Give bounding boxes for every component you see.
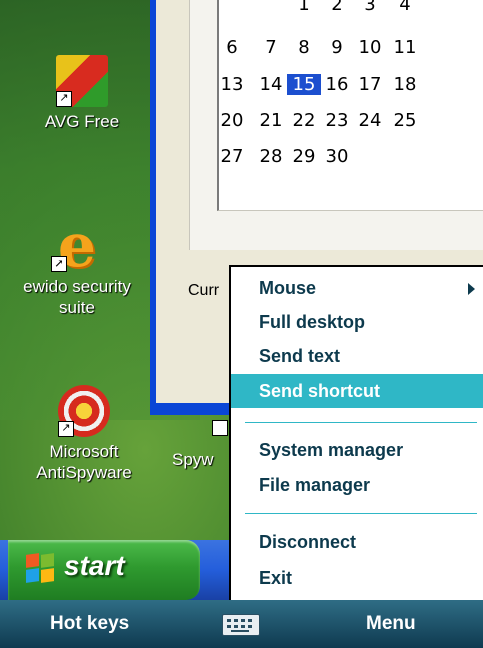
windows-flag-icon	[26, 553, 56, 584]
calendar-day[interactable]: 17	[353, 74, 387, 95]
calendar-grid: 1 2 3 4 6 7 8 9 10 11 13 14 15 16 17 18 20 21 22 23 24 25 27 28…	[217, 0, 483, 211]
calendar-day[interactable]: 10	[353, 37, 387, 58]
shortcut-arrow-icon: ↗	[51, 256, 67, 272]
antispyware-icon: ↗	[58, 385, 110, 437]
submenu-arrow-icon	[468, 283, 475, 295]
start-label: start	[64, 550, 125, 581]
ewido-icon: e ↗	[51, 216, 103, 276]
softkey-bar: Hot keys Menu	[0, 600, 483, 648]
calendar-day[interactable]: 2	[320, 0, 354, 15]
calendar-day[interactable]: 29	[287, 146, 321, 167]
context-menu: Mouse Full desktop Send text Send shortc…	[229, 265, 483, 602]
calendar-day[interactable]: 20	[215, 110, 249, 131]
calendar-day[interactable]: 28	[254, 146, 288, 167]
calendar-day[interactable]: 27	[215, 146, 249, 167]
avg-icon: ↗	[56, 55, 108, 107]
menu-item-file-manager[interactable]: File manager	[231, 468, 483, 502]
calendar-day[interactable]: 3	[353, 0, 387, 15]
calendar-day[interactable]: 30	[320, 146, 354, 167]
spyware-icon	[212, 420, 228, 436]
desktop-icon-ewido[interactable]: e ↗ ewido security suite	[21, 216, 133, 318]
calendar-day[interactable]: 21	[254, 110, 288, 131]
desktop-icon-spyware[interactable]: Spyw	[172, 420, 228, 470]
menu-item-exit[interactable]: Exit	[231, 561, 483, 595]
calendar-day[interactable]: 24	[353, 110, 387, 131]
menu-item-full-desktop[interactable]: Full desktop	[231, 305, 483, 339]
desktop-icon-avg[interactable]: ↗ AVG Free	[26, 55, 138, 132]
calendar-day[interactable]: 7	[254, 37, 288, 58]
shortcut-arrow-icon: ↗	[58, 421, 74, 437]
calendar-day[interactable]: 13	[215, 74, 249, 95]
desktop-icon-label: ewido security suite	[23, 277, 131, 317]
keyboard-icon[interactable]	[222, 614, 260, 636]
calendar-day[interactable]: 6	[215, 37, 249, 58]
desktop-icon-label: Microsoft AntiSpyware	[36, 442, 132, 482]
menu-item-send-text[interactable]: Send text	[231, 339, 483, 373]
calendar-day[interactable]: 23	[320, 110, 354, 131]
menu-item-disconnect[interactable]: Disconnect	[231, 525, 483, 559]
calendar-day-today[interactable]: 15	[287, 74, 321, 95]
calendar-day[interactable]: 11	[388, 37, 422, 58]
desktop-icon-label: Spyw	[172, 450, 214, 469]
menu-separator	[245, 422, 477, 423]
desktop-icon-label: AVG Free	[44, 112, 120, 131]
calendar-panel: 1 2 3 4 6 7 8 9 10 11 13 14 15 16 17 18 20 21 22 23 24 25 27 28…	[189, 0, 483, 250]
calendar-day[interactable]: 22	[287, 110, 321, 131]
menu-item-system-manager[interactable]: System manager	[231, 433, 483, 467]
current-label: Curr	[188, 282, 220, 299]
calendar-day[interactable]: 25	[388, 110, 422, 131]
calendar-day[interactable]: 16	[320, 74, 354, 95]
calendar-day[interactable]: 1	[287, 0, 321, 15]
desktop-icon-antispyware[interactable]: ↗ Microsoft AntiSpyware	[28, 385, 140, 483]
calendar-day[interactable]: 8	[287, 37, 321, 58]
calendar-day[interactable]: 9	[320, 37, 354, 58]
calendar-day[interactable]: 14	[254, 74, 288, 95]
calendar-day[interactable]: 18	[388, 74, 422, 95]
menu-separator	[245, 513, 477, 514]
start-button[interactable]: start	[8, 540, 200, 600]
softkey-menu[interactable]: Menu	[366, 600, 416, 648]
menu-item-mouse[interactable]: Mouse	[231, 271, 483, 305]
calendar-day[interactable]: 4	[388, 0, 422, 15]
softkey-hot-keys[interactable]: Hot keys	[50, 600, 129, 648]
menu-item-send-shortcut[interactable]: Send shortcut	[231, 374, 483, 408]
shortcut-arrow-icon: ↗	[56, 91, 72, 107]
